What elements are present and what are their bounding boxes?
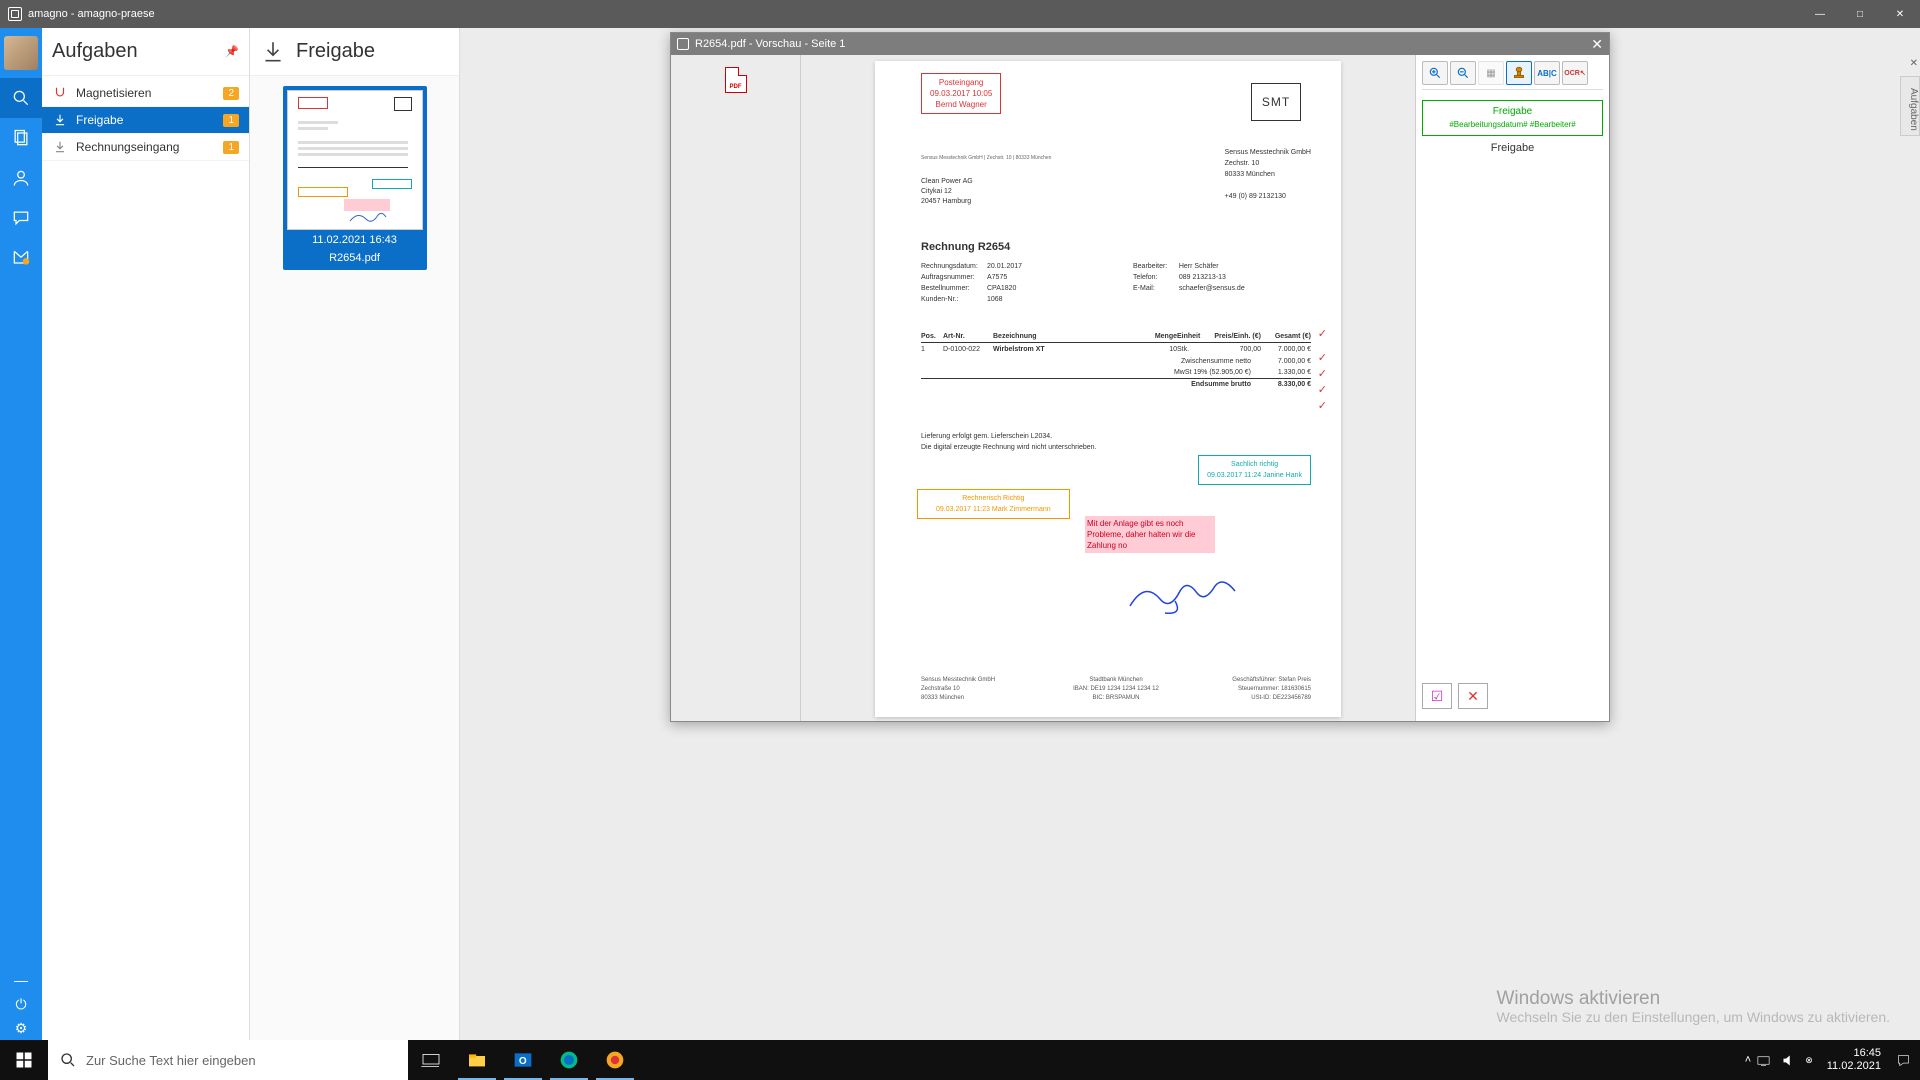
tool-disabled: ▦ bbox=[1478, 61, 1504, 85]
close-icon[interactable]: ✕ bbox=[1591, 36, 1603, 53]
task-label: Freigabe bbox=[76, 113, 123, 127]
left-nav: — ⏻ ⚙ bbox=[0, 28, 42, 1040]
preview-titlebar[interactable]: R2654.pdf - Vorschau - Seite 1 ✕ bbox=[671, 33, 1609, 55]
pin-icon[interactable]: 📌 bbox=[225, 45, 239, 58]
svg-text:O: O bbox=[519, 1056, 527, 1067]
document-page: Posteingang09.03.2017 10:05Bernd Wagner … bbox=[875, 61, 1341, 717]
system-tray[interactable]: ˄ ⊗ 16:4511.02.2021 bbox=[1745, 1047, 1920, 1073]
documents-panel: Freigabe 11.02.2021 16:43 bbox=[250, 28, 460, 1040]
company-info: Sensus Messtechnik GmbHZechstr. 1080333 … bbox=[1225, 147, 1311, 202]
invoice-meta-left: Rechnungsdatum:20.01.2017 Auftragsnummer… bbox=[921, 261, 1022, 305]
tasks-panel: Aufgaben 📌 Magnetisieren 2 Freigabe 1 Re… bbox=[42, 28, 250, 1040]
task-label: Rechnungseingang bbox=[76, 140, 179, 154]
ocr-tool[interactable]: OCR↖ bbox=[1562, 61, 1588, 85]
panel2-title: Freigabe bbox=[296, 40, 375, 63]
preview-window: R2654.pdf - Vorschau - Seite 1 ✕ Postein… bbox=[670, 32, 1610, 722]
nav-documents[interactable] bbox=[0, 118, 42, 158]
task-badge: 1 bbox=[223, 141, 239, 154]
nav-settings[interactable]: ⚙ bbox=[0, 1016, 42, 1040]
checkmark-icon: ✓ bbox=[1318, 399, 1327, 412]
download-icon bbox=[260, 39, 286, 65]
recipient-address: Sensus Messtechnik GmbH | Zechstr. 10 | … bbox=[921, 153, 1051, 207]
notifications-icon[interactable] bbox=[1896, 1053, 1911, 1068]
document-thumbnail[interactable]: 11.02.2021 16:43 R2654.pdf bbox=[283, 86, 427, 270]
nav-messages[interactable] bbox=[0, 198, 42, 238]
app-titlebar: amagno - amagno-praese — □ ✕ bbox=[0, 0, 1920, 28]
stamp-sachlich: Sachlich richtig09.03.2017 11:24 Janine … bbox=[1198, 455, 1311, 485]
window-minimize[interactable]: — bbox=[1800, 0, 1840, 28]
checkmark-icon: ✓ bbox=[1318, 383, 1327, 396]
zoom-out-button[interactable] bbox=[1450, 61, 1476, 85]
task-freigabe[interactable]: Freigabe 1 bbox=[42, 107, 249, 134]
nav-contacts[interactable] bbox=[0, 158, 42, 198]
invoice-meta-right: Bearbeiter: Herr Schäfer Telefon: 089 21… bbox=[1133, 261, 1245, 294]
thumb-filename: R2654.pdf bbox=[287, 248, 423, 266]
app-title: amagno - amagno-praese bbox=[28, 8, 155, 20]
checkmark-icon: ✓ bbox=[1318, 367, 1327, 380]
stamp-tool[interactable] bbox=[1506, 61, 1532, 85]
checkmark-icon: ✓ bbox=[1318, 327, 1327, 340]
document-viewport[interactable]: Posteingang09.03.2017 10:05Bernd Wagner … bbox=[801, 55, 1415, 721]
task-badge: 1 bbox=[223, 114, 239, 127]
windows-watermark: Windows aktivieren Wechseln Sie zu den E… bbox=[1497, 990, 1891, 1026]
taskbar-search[interactable]: Zur Suche Text hier eingeben bbox=[48, 1040, 408, 1080]
nav-power[interactable]: ⏻ bbox=[0, 992, 42, 1016]
volume-icon[interactable] bbox=[1781, 1053, 1796, 1068]
nav-inbox[interactable] bbox=[0, 238, 42, 278]
task-rechnungseingang[interactable]: Rechnungseingang 1 bbox=[42, 134, 249, 161]
highlight-note: Mit der Anlage gibt es noch Probleme, da… bbox=[1085, 516, 1215, 553]
pdf-icon[interactable] bbox=[725, 67, 747, 93]
task-badge: 2 bbox=[223, 87, 239, 100]
thumb-date: 11.02.2021 16:43 bbox=[287, 230, 423, 248]
windows-taskbar: Zur Suche Text hier eingeben O ˄ ⊗ 16:45… bbox=[0, 1040, 1920, 1080]
download-icon bbox=[52, 139, 68, 155]
close-icon[interactable]: ✕ bbox=[1910, 58, 1918, 69]
line-items-table: Pos.Art-Nr.BezeichnungMengeEinheitPreis/… bbox=[921, 333, 1311, 390]
preview-title: R2654.pdf - Vorschau - Seite 1 bbox=[695, 38, 845, 50]
window-close[interactable]: ✕ bbox=[1880, 0, 1920, 28]
search-placeholder: Zur Suche Text hier eingeben bbox=[86, 1053, 256, 1068]
magnet-icon bbox=[52, 85, 68, 101]
taskbar-explorer[interactable] bbox=[454, 1040, 500, 1080]
confirm-button[interactable]: ☑ bbox=[1422, 683, 1452, 709]
nav-search[interactable] bbox=[0, 78, 42, 118]
cancel-button[interactable]: ✕ bbox=[1458, 683, 1488, 709]
text-tool[interactable]: AB|C bbox=[1534, 61, 1560, 85]
preview-sidebar bbox=[671, 55, 801, 721]
tray-clock[interactable]: 16:4511.02.2021 bbox=[1827, 1047, 1881, 1073]
side-tab-aufgaben[interactable]: Aufgaben bbox=[1900, 76, 1920, 136]
stamp-template[interactable]: Freigabe #Bearbeitungsdatum# #Bearbeiter… bbox=[1422, 100, 1603, 136]
task-label: Magnetisieren bbox=[76, 86, 151, 100]
taskbar-amagno[interactable] bbox=[592, 1040, 638, 1080]
start-button[interactable] bbox=[0, 1040, 48, 1080]
tray-chevron-icon[interactable]: ˄ bbox=[1745, 1054, 1751, 1066]
window-maximize[interactable]: □ bbox=[1840, 0, 1880, 28]
taskbar-outlook[interactable]: O bbox=[500, 1040, 546, 1080]
taskbar-edge[interactable] bbox=[546, 1040, 592, 1080]
user-avatar[interactable] bbox=[4, 36, 38, 70]
invoice-title: Rechnung R2654 bbox=[921, 241, 1010, 253]
invoice-notes: Lieferung erfolgt gem. Lieferschein L203… bbox=[921, 431, 1097, 453]
network-icon[interactable] bbox=[1756, 1053, 1771, 1068]
stamp-label: Freigabe bbox=[1422, 142, 1603, 154]
download-icon bbox=[52, 112, 68, 128]
app-icon bbox=[677, 38, 689, 50]
company-logo: SMT bbox=[1251, 83, 1301, 121]
thumbnail-preview bbox=[287, 90, 423, 230]
zoom-in-button[interactable] bbox=[1422, 61, 1448, 85]
stamp-rechnerisch: Rechnerisch Richtig09.03.2017 11:23 Mark… bbox=[917, 489, 1070, 519]
task-magnetisieren[interactable]: Magnetisieren 2 bbox=[42, 80, 249, 107]
tray-lang[interactable]: ⊗ bbox=[1805, 1055, 1813, 1066]
taskbar-taskview[interactable] bbox=[408, 1040, 454, 1080]
stamp-posteingang: Posteingang09.03.2017 10:05Bernd Wagner bbox=[921, 73, 1001, 114]
nav-collapse[interactable]: — bbox=[0, 968, 42, 992]
invoice-footer: Sensus Messtechnik GmbHZechstraße 108033… bbox=[921, 676, 1311, 703]
document-area: Windows aktivieren Wechseln Sie zu den E… bbox=[460, 28, 1920, 1040]
checkmark-icon: ✓ bbox=[1318, 351, 1327, 364]
app-icon bbox=[8, 7, 22, 21]
search-icon bbox=[60, 1052, 76, 1068]
stamp-panel: ▦ AB|C OCR↖ Freigabe #Bearbeitungsdatum#… bbox=[1415, 55, 1609, 721]
tasks-title: Aufgaben bbox=[52, 40, 138, 63]
signature bbox=[1125, 571, 1245, 621]
